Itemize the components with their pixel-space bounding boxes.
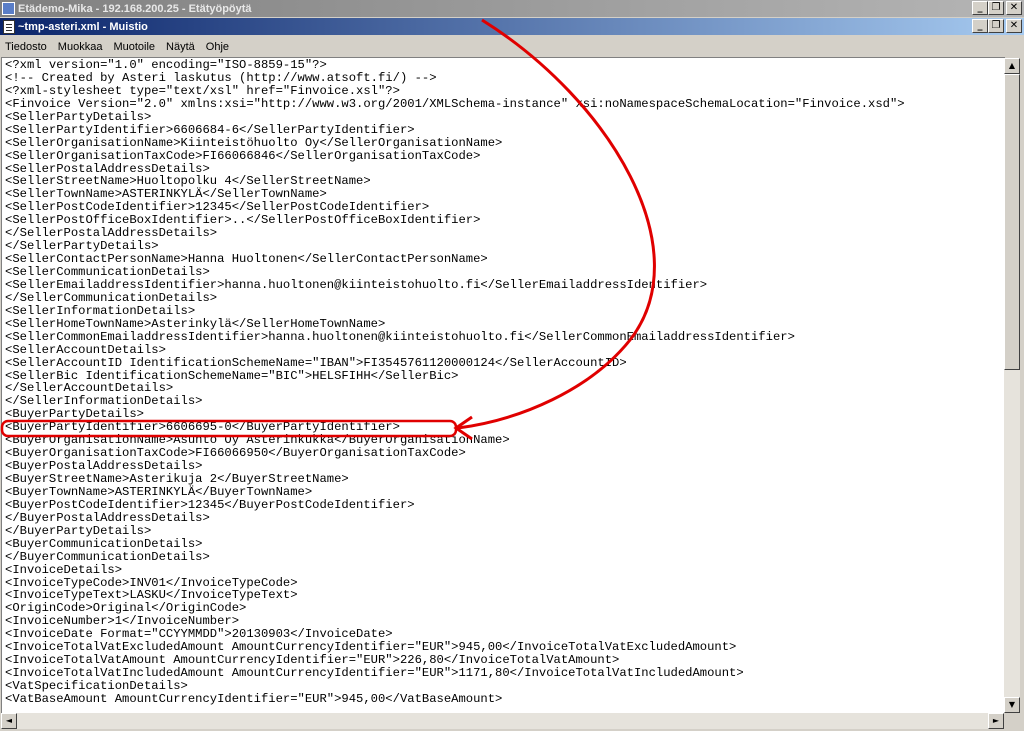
- document-line: </SellerCommunicationDetails>: [5, 290, 218, 305]
- notepad-title: ~tmp-asteri.xml - Muistio: [18, 20, 148, 33]
- remote-desktop-titlebar: Etädemo-Mika - 192.168.200.25 - Etätyöpö…: [0, 0, 1024, 17]
- document-line: </BuyerPartyDetails>: [5, 523, 152, 538]
- notepad-maximize-button[interactable]: ❐: [988, 19, 1004, 33]
- scroll-right-button[interactable]: ►: [988, 713, 1004, 729]
- document-line: </BuyerCommunicationDetails>: [5, 549, 210, 564]
- document-line: <BuyerTownName>ASTERINKYLÄ</BuyerTownNam…: [5, 484, 313, 499]
- document-line: <SellerInformationDetails>: [5, 303, 196, 318]
- document-line: <SellerOrganisationTaxCode>FI66066846</S…: [5, 148, 481, 163]
- document-line: <InvoiceDetails>: [5, 562, 123, 577]
- notepad-minimize-button[interactable]: _: [972, 19, 988, 33]
- menu-edit[interactable]: Muokkaa: [53, 41, 109, 53]
- document-line: <SellerOrganisationName>Kiinteistöhuolto…: [5, 135, 503, 150]
- notepad-window-controls: _ ❐ ✕: [972, 19, 1022, 33]
- document-line: <SellerHomeTownName>Asterinkylä</SellerH…: [5, 316, 386, 331]
- document-line: <?xml version="1.0" encoding="ISO-8859-1…: [5, 58, 327, 72]
- vertical-scroll-thumb[interactable]: [1004, 74, 1020, 370]
- document-line: <VatSpecificationDetails>: [5, 679, 188, 693]
- document-line: <Finvoice Version="2.0" xmlns:xsi="http:…: [5, 96, 905, 111]
- document-line: <SellerCommunicationDetails>: [5, 265, 210, 279]
- menu-view[interactable]: Näytä: [161, 41, 201, 53]
- document-line: <BuyerCommunicationDetails>: [5, 536, 203, 551]
- menu-help[interactable]: Ohje: [201, 41, 235, 53]
- document-line: <VatBaseAmount AmountCurrencyIdentifier=…: [5, 691, 503, 706]
- document-line: <!-- Created by Asteri laskutus (http://…: [5, 70, 437, 85]
- menu-bar: Tiedosto Muokkaa Muotoile Näytä Ohje: [0, 37, 1024, 56]
- document-line: <SellerCommonEmailaddressIdentifier>hann…: [5, 329, 795, 344]
- remote-window-controls: _ ❐ ✕: [972, 1, 1022, 15]
- document-line: <SellerPartyIdentifier>6606684-6</Seller…: [5, 122, 415, 137]
- scroll-up-button[interactable]: ▲: [1004, 58, 1020, 74]
- text-editor[interactable]: <?xml version="1.0" encoding="ISO-8859-1…: [1, 57, 1005, 714]
- horizontal-scrollbar[interactable]: ◄ ►: [1, 713, 1004, 729]
- document-line: </BuyerPostalAddressDetails>: [5, 510, 210, 525]
- remote-desktop-title: Etädemo-Mika - 192.168.200.25 - Etätyöpö…: [18, 2, 252, 15]
- remote-maximize-button[interactable]: ❐: [988, 1, 1004, 15]
- notepad-close-button[interactable]: ✕: [1006, 19, 1022, 33]
- document-line: <BuyerStreetName>Asterikuja 2</BuyerStre…: [5, 472, 349, 486]
- document-line: <?xml-stylesheet type="text/xsl" href="F…: [5, 83, 400, 98]
- remote-desktop-icon: [2, 2, 15, 15]
- remote-minimize-button[interactable]: _: [972, 1, 988, 15]
- document-text: <?xml version="1.0" encoding="ISO-8859-1…: [2, 58, 1005, 706]
- document-line: </SellerInformationDetails>: [5, 394, 203, 409]
- vertical-scrollbar[interactable]: ▲ ▼: [1004, 58, 1020, 713]
- document-line: <BuyerPostCodeIdentifier>12345</BuyerPos…: [5, 497, 415, 512]
- document-line: <SellerPartyDetails>: [5, 109, 152, 124]
- document-line: <SellerAccountDetails>: [5, 342, 166, 357]
- document-line: <SellerAccountID IdentificationSchemeNam…: [5, 355, 627, 370]
- notepad-titlebar: ~tmp-asteri.xml - Muistio _ ❐ ✕: [0, 18, 1024, 35]
- notepad-icon: [3, 19, 15, 34]
- scrollbar-corner: [1004, 713, 1020, 729]
- document-line: <SellerEmailaddressIdentifier>hanna.huol…: [5, 277, 708, 292]
- scroll-down-button[interactable]: ▼: [1004, 697, 1020, 713]
- remote-close-button[interactable]: ✕: [1006, 1, 1022, 15]
- menu-file[interactable]: Tiedosto: [0, 41, 53, 53]
- scroll-left-button[interactable]: ◄: [1, 713, 17, 729]
- menu-format[interactable]: Muotoile: [108, 41, 161, 53]
